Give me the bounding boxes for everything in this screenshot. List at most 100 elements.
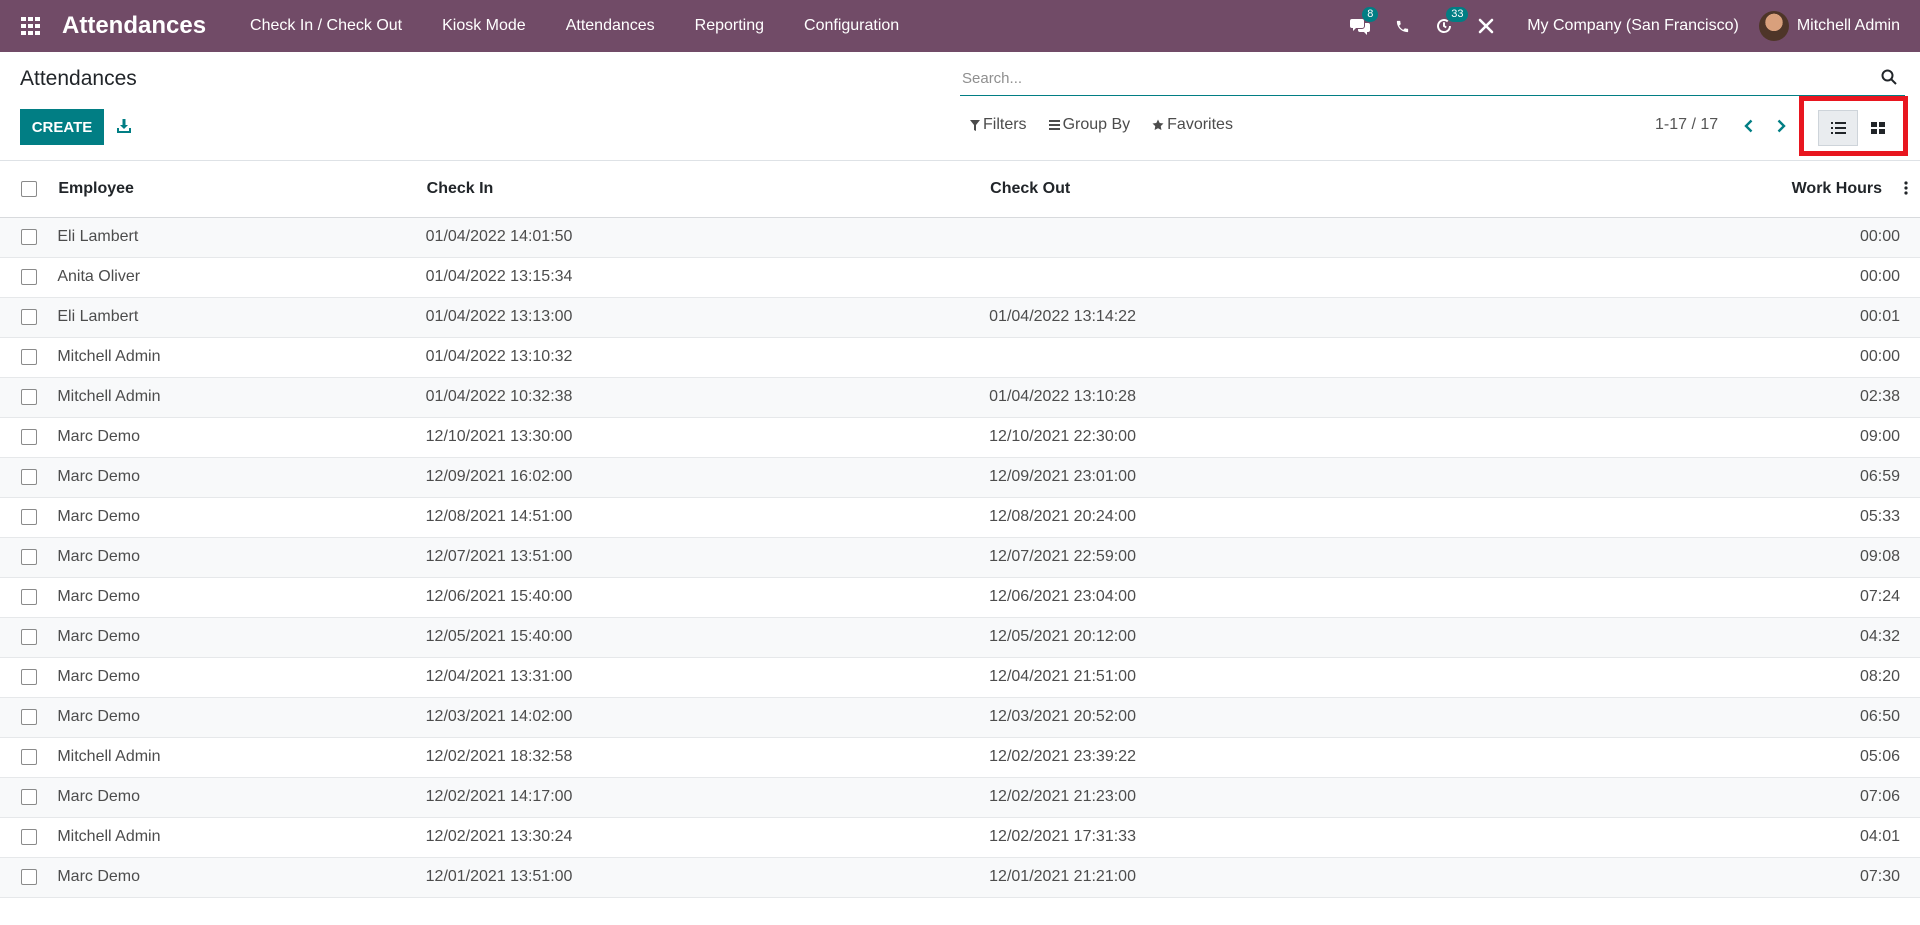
work-hours-cell: 04:32 xyxy=(1859,628,1900,645)
check-in-cell: 01/04/2022 10:32:38 xyxy=(425,388,573,405)
column-header-employee[interactable]: Employee xyxy=(57,161,426,217)
menu-item-check-in-out[interactable]: Check In / Check Out xyxy=(230,0,422,52)
favorites-label: Favorites xyxy=(1167,116,1233,133)
row-select-cell xyxy=(0,817,57,857)
row-select-cell xyxy=(0,577,57,617)
pager-next[interactable] xyxy=(1769,114,1793,138)
table-row[interactable]: Eli Lambert 01/04/2022 13:13:00 01/04/2022… xyxy=(0,297,1920,337)
row-checkbox[interactable] xyxy=(20,508,37,525)
check-in-cell: 12/06/2021 15:40:00 xyxy=(425,588,573,605)
table-row[interactable]: Eli Lambert 01/04/2022 14:01:50 00:00 xyxy=(0,217,1920,257)
work-hours-cell: 07:24 xyxy=(1859,588,1900,605)
row-checkbox[interactable] xyxy=(20,388,37,405)
table-row[interactable]: Mitchell Admin 12/02/2021 13:30:24 12/02/2… xyxy=(0,817,1920,857)
table-row[interactable]: Marc Demo 12/01/2021 13:51:00 12/01/2021 2… xyxy=(0,857,1920,897)
table-row[interactable]: Marc Demo 12/06/2021 15:40:00 12/06/2021 2… xyxy=(0,577,1920,617)
work-hours-cell: 00:00 xyxy=(1859,348,1900,365)
row-select-cell xyxy=(0,697,57,737)
activities-button[interactable]: 33 xyxy=(1426,0,1469,52)
table-row[interactable]: Marc Demo 12/07/2021 13:51:00 12/07/2021 2… xyxy=(0,537,1920,577)
row-select-cell xyxy=(0,377,57,417)
row-checkbox[interactable] xyxy=(20,748,37,765)
filters-toggle[interactable]: Filters xyxy=(970,116,1027,134)
pager-value[interactable]: 1-17 / 17 xyxy=(1655,116,1718,134)
list-view-button[interactable] xyxy=(1818,110,1858,146)
export-button[interactable] xyxy=(112,112,136,140)
create-button[interactable]: CREATE xyxy=(20,109,104,145)
column-options-icon[interactable] xyxy=(1904,181,1908,200)
menu-item-configuration[interactable]: Configuration xyxy=(784,0,919,52)
row-select-cell xyxy=(0,337,57,377)
column-header-check-out[interactable]: Check Out xyxy=(989,161,1548,217)
check-in-cell: 12/03/2021 14:02:00 xyxy=(425,708,573,725)
row-checkbox[interactable] xyxy=(20,228,37,245)
messages-button[interactable]: 8 xyxy=(1342,0,1379,52)
table-row[interactable]: Mitchell Admin 01/04/2022 13:10:32 00:00 xyxy=(0,337,1920,377)
column-header-work-hours[interactable]: Work Hours xyxy=(1547,161,1920,217)
table-row[interactable]: Marc Demo 12/08/2021 14:51:00 12/08/2021 2… xyxy=(0,497,1920,537)
list-view-icon xyxy=(1830,122,1846,134)
user-menu[interactable]: Mitchell Admin xyxy=(1758,11,1920,41)
row-checkbox[interactable] xyxy=(20,668,37,685)
apps-grid-icon[interactable] xyxy=(16,11,46,41)
row-checkbox[interactable] xyxy=(20,308,37,325)
debug-tools-button[interactable] xyxy=(1468,0,1504,52)
check-in-cell: 01/04/2022 13:15:34 xyxy=(425,268,573,285)
table-row[interactable]: Marc Demo 12/05/2021 15:40:00 12/05/2021 2… xyxy=(0,617,1920,657)
menu-item-kiosk-mode[interactable]: Kiosk Mode xyxy=(422,0,546,52)
table-row[interactable]: Marc Demo 12/10/2021 13:30:00 12/10/2021 2… xyxy=(0,417,1920,457)
table-row[interactable]: Marc Demo 12/02/2021 14:17:00 12/02/2021 2… xyxy=(0,777,1920,817)
work-hours-cell: 06:59 xyxy=(1859,468,1900,485)
table-row[interactable]: Marc Demo 12/04/2021 13:31:00 12/04/2021 2… xyxy=(0,657,1920,697)
work-hours-cell: 00:00 xyxy=(1859,268,1900,285)
check-out-cell: 12/03/2021 20:52:00 xyxy=(989,708,1136,725)
pager-previous[interactable] xyxy=(1736,114,1760,138)
row-checkbox[interactable] xyxy=(20,788,37,805)
phone-button[interactable] xyxy=(1384,0,1420,52)
favorites-toggle[interactable]: Favorites xyxy=(1152,116,1233,134)
check-out-cell: 12/06/2021 23:04:00 xyxy=(989,588,1136,605)
table-row[interactable]: Marc Demo 12/09/2021 16:02:00 12/09/2021 2… xyxy=(0,457,1920,497)
row-checkbox[interactable] xyxy=(20,628,37,645)
company-switcher[interactable]: My Company (San Francisco) xyxy=(1507,17,1759,35)
table-row[interactable]: Mitchell Admin 12/02/2021 18:32:58 12/02/2… xyxy=(0,737,1920,777)
page-title: Attendances xyxy=(20,67,137,90)
row-select-cell xyxy=(0,737,57,777)
column-header-check-in[interactable]: Check In xyxy=(425,161,990,217)
row-checkbox[interactable] xyxy=(20,588,37,605)
control-panel: Attendances CREATE Filters Group By Favo… xyxy=(0,52,1920,161)
row-checkbox[interactable] xyxy=(20,548,37,565)
select-all-checkbox[interactable] xyxy=(20,180,37,197)
menu-item-reporting[interactable]: Reporting xyxy=(675,0,784,52)
row-select-cell xyxy=(0,657,57,697)
employee-cell: Marc Demo xyxy=(57,668,141,685)
row-checkbox[interactable] xyxy=(20,868,37,885)
row-checkbox[interactable] xyxy=(20,268,37,285)
work-hours-cell: 05:06 xyxy=(1859,748,1900,765)
search-icon[interactable] xyxy=(1881,69,1897,90)
employee-cell: Mitchell Admin xyxy=(57,828,161,845)
employee-cell: Mitchell Admin xyxy=(57,748,161,765)
check-in-cell: 12/04/2021 13:31:00 xyxy=(425,668,573,685)
search-input[interactable] xyxy=(960,67,1864,89)
row-checkbox[interactable] xyxy=(20,468,37,485)
employee-cell: Marc Demo xyxy=(57,428,141,445)
check-in-cell: 12/05/2021 15:40:00 xyxy=(425,628,573,645)
check-in-cell: 12/01/2021 13:51:00 xyxy=(425,868,573,885)
group-by-toggle[interactable]: Group By xyxy=(1048,116,1130,134)
table-row[interactable]: Anita Oliver 01/04/2022 13:15:34 00:00 xyxy=(0,257,1920,297)
table-row[interactable]: Mitchell Admin 01/04/2022 10:32:38 01/04/2… xyxy=(0,377,1920,417)
row-checkbox[interactable] xyxy=(20,708,37,725)
row-checkbox[interactable] xyxy=(20,348,37,365)
app-title[interactable]: Attendances xyxy=(62,12,206,40)
table-row[interactable]: Marc Demo 12/03/2021 14:02:00 12/03/2021 2… xyxy=(0,697,1920,737)
row-checkbox[interactable] xyxy=(20,828,37,845)
employee-cell: Marc Demo xyxy=(57,588,141,605)
work-hours-cell: 02:38 xyxy=(1859,388,1900,405)
menu-item-attendances[interactable]: Attendances xyxy=(546,0,675,52)
check-in-cell: 12/07/2021 13:51:00 xyxy=(425,548,573,565)
check-out-cell: 12/07/2021 22:59:00 xyxy=(989,548,1136,565)
check-out-cell xyxy=(989,217,1547,257)
kanban-view-button[interactable] xyxy=(1858,110,1898,146)
row-checkbox[interactable] xyxy=(20,428,37,445)
